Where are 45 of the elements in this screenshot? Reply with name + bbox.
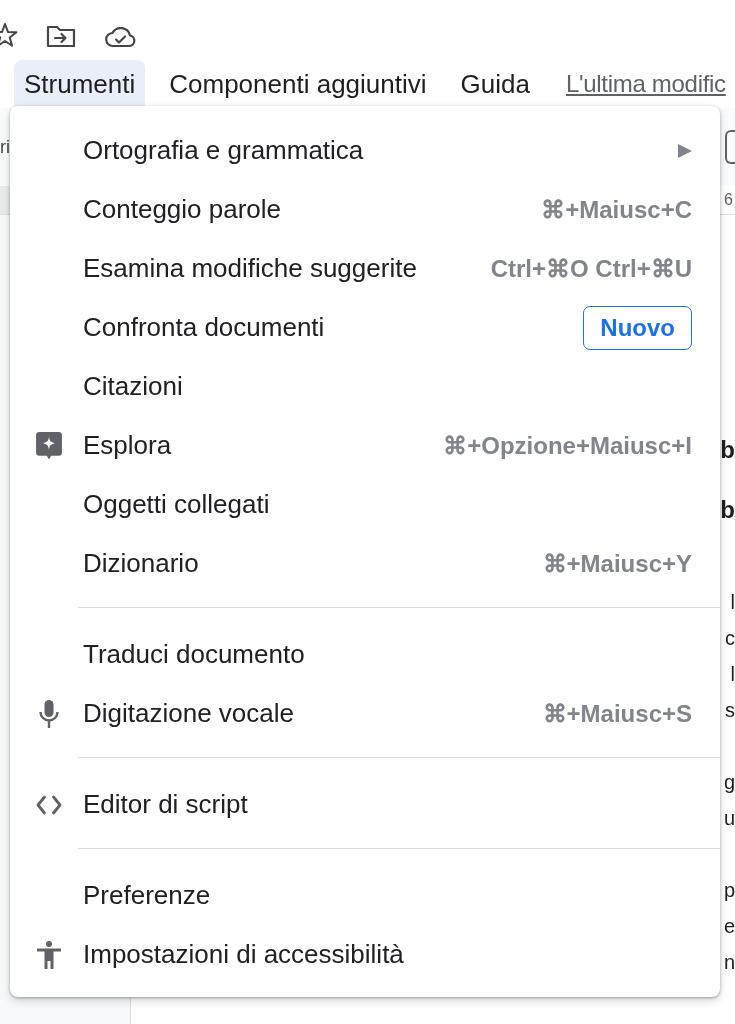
document-text: c — [725, 626, 735, 651]
menu-item[interactable]: Dizionario ⌘+Maiusc+Y — [10, 534, 720, 593]
menu-item[interactable]: Ortografia e grammatica — [10, 121, 720, 180]
menu-bar-item[interactable]: Componenti aggiuntivi — [159, 60, 437, 108]
star-icon[interactable] — [0, 23, 18, 49]
document-text: g — [723, 770, 735, 795]
document-text: p — [723, 878, 735, 903]
menu-item[interactable]: Confronta documenti Nuovo — [10, 298, 720, 357]
last-edit-link[interactable]: L'ultima modific — [565, 70, 726, 98]
menu-bar-item[interactable]: Guida — [450, 60, 540, 108]
menu-item[interactable]: Digitazione vocale ⌘+Maiusc+S — [10, 684, 720, 743]
sparkle-bubble-icon — [36, 431, 62, 460]
menu-item[interactable]: Esplora ⌘+Opzione+Maiusc+I — [10, 416, 720, 475]
shortcut-text: ⌘+Opzione+Maiusc+I — [443, 431, 692, 460]
microphone-icon — [39, 699, 59, 728]
shortcut-text: ⌘+Maiusc+C — [541, 195, 692, 224]
menu-item[interactable]: Citazioni — [10, 357, 720, 416]
cloud-check-icon[interactable] — [104, 24, 136, 48]
menu-item[interactable]: Esamina modifiche suggerite Ctrl+⌘O Ctrl+⌘U — [10, 239, 720, 298]
menu-item[interactable]: Oggetti collegati — [10, 475, 720, 534]
folder-arrow-icon[interactable] — [46, 24, 76, 48]
menu-item[interactable]: Editor di script — [10, 775, 720, 834]
document-heading-text: b — [720, 435, 735, 465]
code-icon — [36, 794, 62, 815]
document-text: e — [723, 914, 735, 939]
document-text: l — [730, 662, 735, 687]
accessibility-icon — [37, 940, 61, 969]
menu-item[interactable]: Traduci documento — [10, 625, 720, 684]
toolbar-text: ri — [0, 136, 10, 158]
shortcut-text: ⌘+Maiusc+S — [542, 699, 692, 728]
shortcut-text: ⌘+Maiusc+Y — [542, 549, 692, 578]
shortcut-text: Ctrl+⌘O Ctrl+⌘U — [490, 254, 692, 283]
menu-item[interactable]: Preferenze — [10, 866, 720, 925]
menu-item[interactable]: Impostazioni di accessibilità — [10, 925, 720, 984]
new-badge: Nuovo — [583, 305, 692, 350]
document-text: n — [723, 950, 735, 975]
toolbar-button[interactable] — [725, 130, 735, 164]
document-heading-text: b — [720, 495, 735, 525]
document-text: l — [730, 590, 735, 615]
document-text: s — [725, 698, 735, 723]
menu-bar-item[interactable]: Strumenti — [14, 60, 146, 108]
document-text: u — [723, 806, 735, 831]
submenu-arrow-icon — [678, 143, 692, 158]
menu-item[interactable]: Conteggio parole ⌘+Maiusc+C — [10, 180, 720, 239]
ruler-number: 6 — [724, 191, 734, 209]
